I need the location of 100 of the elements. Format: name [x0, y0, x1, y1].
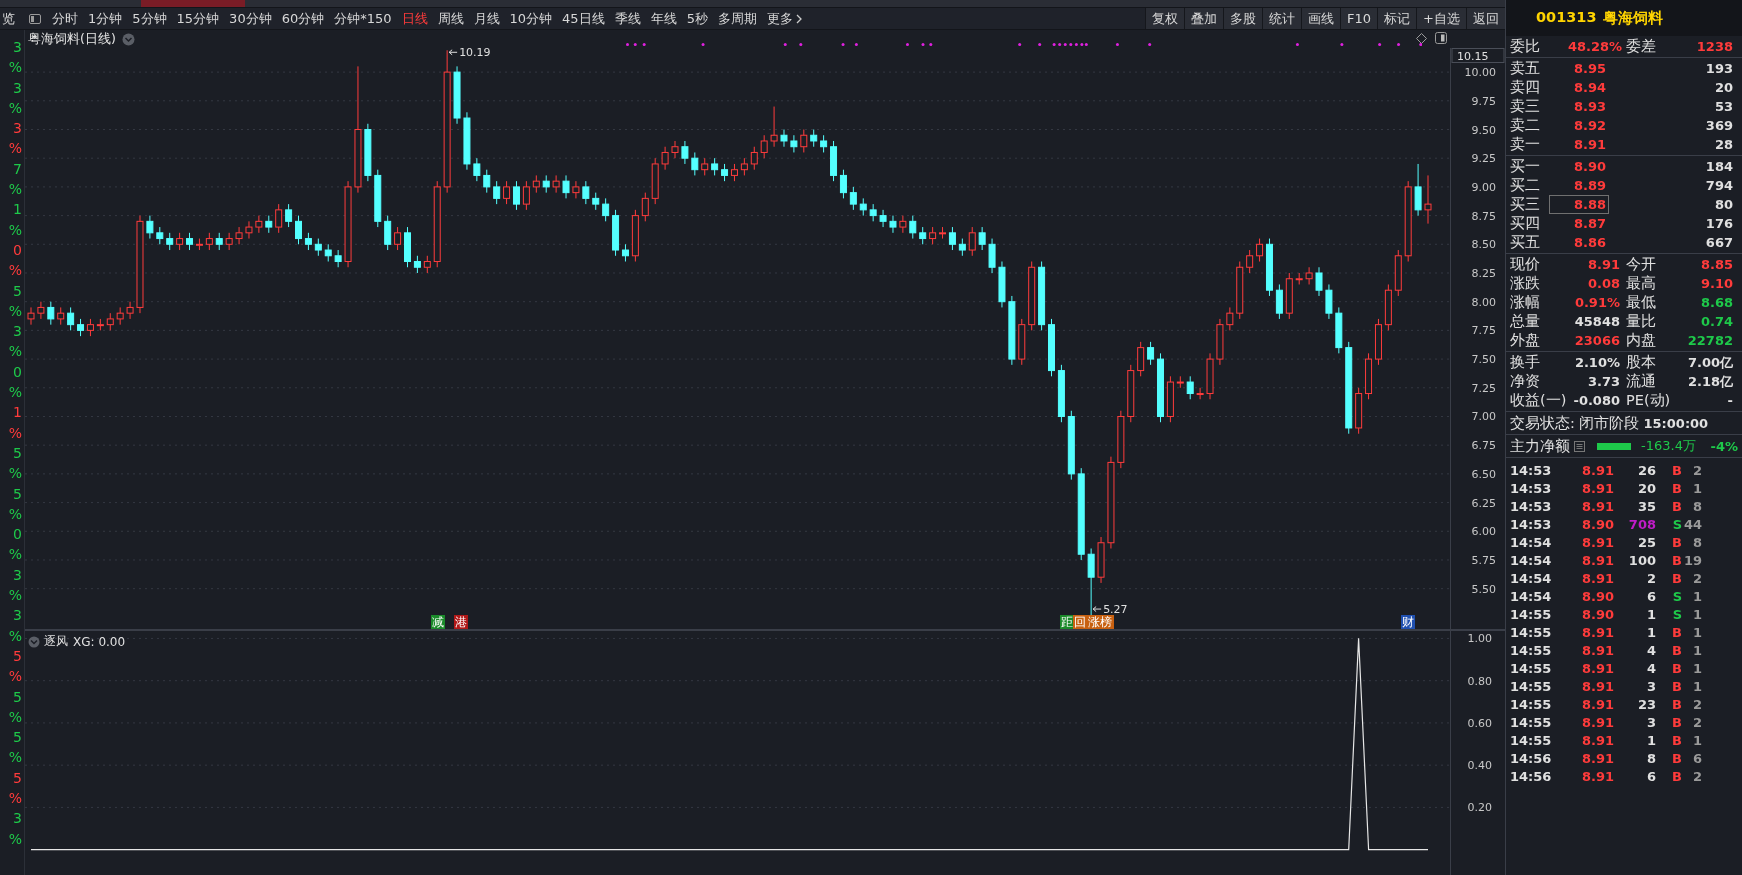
field-label: 现价 — [1510, 255, 1540, 274]
trade-count: 1 — [1691, 642, 1702, 658]
field-value: 23066 — [1573, 333, 1620, 348]
candlestick — [493, 180, 501, 205]
field-value: 45848 — [1573, 314, 1620, 329]
quote-value-fragment: 5 — [12, 646, 23, 666]
period-tab[interactable]: 年线 — [645, 8, 682, 29]
field-value: 48.28% — [1568, 39, 1620, 54]
trade-side: B — [1671, 534, 1682, 550]
quote-value-fragment: 1 — [12, 200, 23, 220]
trade-count: 2 — [1691, 768, 1702, 784]
period-tab[interactable]: 30分钟 — [224, 8, 277, 29]
stock-name: 粤海饲料 — [1602, 9, 1663, 28]
field-label: 外盘 — [1510, 331, 1540, 350]
period-tab[interactable]: 1分钟 — [83, 8, 128, 29]
trade-volume: 3 — [1645, 678, 1656, 694]
panel-toggle-icon[interactable] — [29, 13, 41, 24]
order-level-label: 买四 — [1510, 214, 1540, 233]
candlestick — [800, 129, 808, 153]
toolbar-button[interactable]: 返回 — [1466, 8, 1505, 29]
toolbar-button[interactable]: 叠加 — [1184, 8, 1224, 29]
event-tag[interactable]: 减 — [431, 615, 445, 629]
trade-count: 2 — [1691, 714, 1702, 730]
quote-value-fragment: 3 — [12, 78, 23, 98]
toolbar-button[interactable]: 统计 — [1262, 8, 1302, 29]
trade-side: S — [1671, 588, 1682, 604]
order-price[interactable]: 8.90 — [1550, 158, 1608, 175]
diamond-icon[interactable] — [1416, 32, 1427, 44]
period-tab[interactable]: 15分钟 — [171, 8, 225, 29]
candlestick — [839, 169, 847, 199]
trade-volume: 1 — [1645, 732, 1656, 748]
trade-side: B — [1671, 750, 1682, 766]
period-tab[interactable]: 45日线 — [557, 8, 610, 29]
order-level-label: 卖一 — [1510, 135, 1540, 154]
candlestick — [245, 220, 253, 240]
trade-price: 8.91 — [1580, 678, 1614, 694]
trade-side: B — [1671, 768, 1682, 784]
order-price[interactable]: 8.94 — [1550, 79, 1608, 96]
trade-price: 8.91 — [1580, 660, 1614, 676]
axis-label: 5.75 — [1471, 554, 1496, 567]
toolbar-button[interactable]: 画线 — [1301, 8, 1341, 29]
period-tab[interactable]: 季线 — [609, 8, 646, 29]
toolbar-button[interactable]: 复权 — [1145, 8, 1185, 29]
order-volume: 28 — [1713, 137, 1733, 152]
order-price[interactable]: 8.89 — [1550, 177, 1608, 194]
field-label: 今开 — [1625, 255, 1656, 274]
period-tab[interactable]: 周线 — [432, 8, 469, 29]
trade-count: 2 — [1691, 462, 1702, 478]
axis-label: 9.25 — [1471, 152, 1496, 166]
period-tab[interactable]: 5秒 — [681, 8, 713, 29]
order-price[interactable]: 8.86 — [1550, 234, 1608, 251]
field-value: 22782 — [1686, 333, 1733, 348]
quote-value-fragment: 3 — [12, 38, 23, 57]
field-label: 总量 — [1510, 312, 1540, 331]
list-icon[interactable] — [1574, 440, 1585, 452]
candlestick — [988, 238, 996, 274]
quote-value-fragment: % — [7, 139, 23, 159]
period-tab[interactable]: 分时 — [47, 8, 83, 29]
dropdown-icon[interactable] — [28, 635, 40, 648]
trade-side: B — [1671, 480, 1682, 496]
order-price[interactable]: 8.88 — [1550, 196, 1608, 213]
panel-toggle-icon[interactable] — [1435, 32, 1447, 44]
period-tab[interactable]: 60分钟 — [276, 8, 330, 29]
period-tab[interactable]: 10分钟 — [504, 8, 558, 29]
field-label: 委比 — [1510, 37, 1540, 56]
candlestick — [512, 180, 520, 211]
order-price[interactable]: 8.95 — [1550, 60, 1608, 77]
toolbar-button[interactable]: +自选 — [1416, 8, 1466, 29]
event-tag[interactable]: 港 — [454, 615, 468, 629]
event-tag[interactable]: 财 — [1401, 615, 1415, 629]
candlestick — [879, 209, 887, 228]
event-tag[interactable]: 距 — [1060, 615, 1074, 629]
period-tab[interactable]: 更多 — [761, 8, 807, 29]
period-tab[interactable]: 月线 — [468, 8, 505, 29]
field-label: 换手 — [1510, 353, 1540, 372]
trade-price: 8.91 — [1580, 498, 1614, 514]
period-tab[interactable]: 分钟*150 — [329, 8, 397, 29]
quote-value-fragment: % — [7, 586, 23, 605]
order-price[interactable]: 8.87 — [1550, 215, 1608, 232]
event-tag[interactable]: 涨榜 — [1087, 615, 1114, 629]
order-price[interactable]: 8.92 — [1550, 117, 1608, 134]
trade-time: 14:53 — [1510, 462, 1553, 478]
event-tag[interactable]: 回 — [1073, 615, 1087, 629]
menu-label[interactable]: 览 — [0, 9, 15, 28]
toolbar-button[interactable]: 标记 — [1377, 8, 1417, 29]
period-tab[interactable]: 5分钟 — [127, 8, 172, 29]
order-price[interactable]: 8.93 — [1550, 98, 1608, 115]
candlestick — [1414, 163, 1422, 217]
period-tab[interactable]: 多周期 — [712, 8, 762, 29]
trade-side: B — [1671, 714, 1682, 730]
dropdown-icon[interactable] — [121, 32, 135, 46]
toolbar-button[interactable]: F10 — [1340, 8, 1378, 29]
trade-price: 8.91 — [1580, 570, 1614, 586]
order-price[interactable]: 8.91 — [1550, 136, 1608, 153]
toolbar-button[interactable]: 多股 — [1223, 8, 1263, 29]
axis-label: 6.50 — [1471, 467, 1496, 481]
trade-price: 8.90 — [1580, 516, 1614, 532]
candlestick — [1246, 249, 1254, 274]
period-tab[interactable]: 日线 — [396, 8, 433, 29]
trade-volume: 2 — [1645, 570, 1656, 586]
